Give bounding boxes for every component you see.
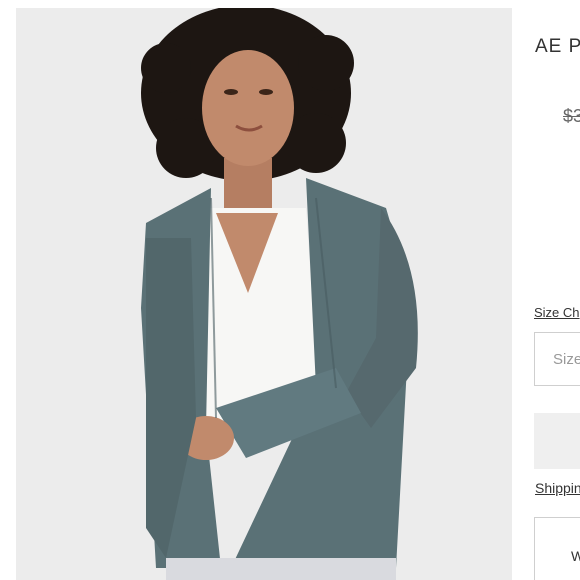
product-image[interactable] xyxy=(16,8,512,580)
size-select-placeholder: Size xyxy=(553,351,580,368)
original-price: $3 xyxy=(563,106,580,126)
size-select[interactable]: Size xyxy=(534,332,580,386)
wishlist-button[interactable]: W xyxy=(534,517,580,580)
product-photo xyxy=(16,8,512,580)
size-chart-link[interactable]: Size Ch xyxy=(534,305,580,320)
add-to-bag-button[interactable] xyxy=(534,413,580,469)
wishlist-label: W xyxy=(571,548,580,564)
shipping-link[interactable]: Shippin xyxy=(535,480,580,496)
product-title: AE P xyxy=(535,36,580,57)
